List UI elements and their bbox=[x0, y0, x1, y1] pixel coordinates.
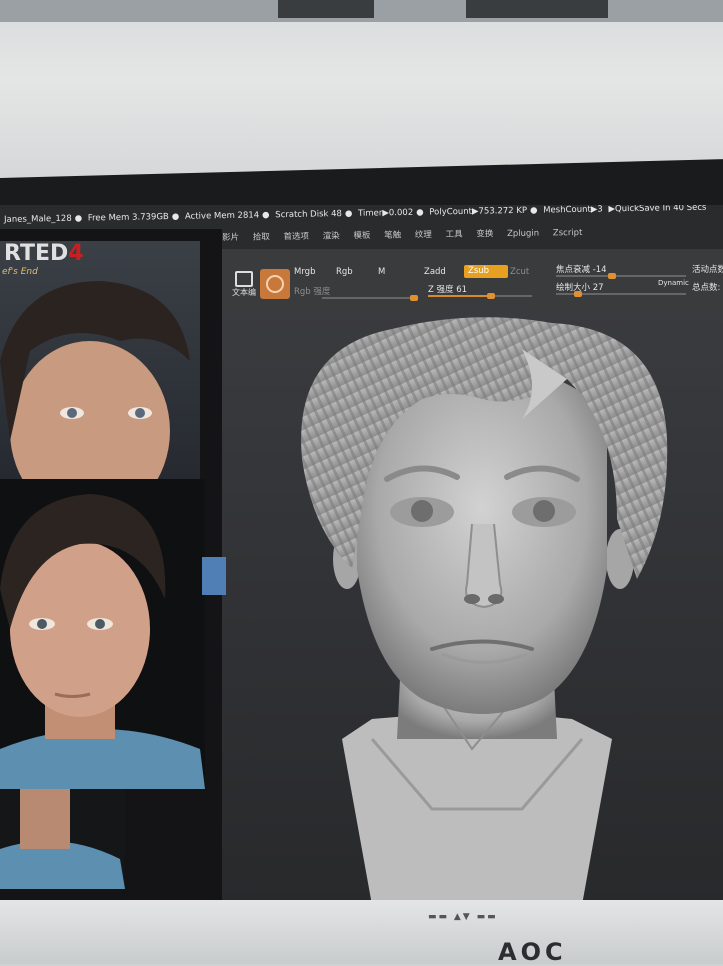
rgb-intensity-knob[interactable] bbox=[410, 295, 418, 301]
status-dot-icon: ● bbox=[171, 211, 180, 223]
menu-render[interactable]: 渲染 bbox=[323, 231, 340, 241]
z-intensity-track[interactable] bbox=[428, 293, 532, 299]
rgb-intensity-slider[interactable]: Rgb 强度 bbox=[294, 285, 330, 297]
meshcount: MeshCount▶3 bbox=[543, 205, 603, 216]
mrgb-button[interactable]: Mrgb bbox=[294, 267, 315, 277]
reference-edge bbox=[202, 557, 226, 595]
game-title: RTED4 bbox=[4, 241, 84, 266]
top-shelf: 文本编 Mrgb Rgb M Rgb 强度 Zadd Zsub Zcut Z 强… bbox=[222, 249, 723, 309]
focal-shift-track[interactable] bbox=[556, 273, 686, 279]
monitor-brand: AOC bbox=[498, 938, 567, 966]
draw-size-track[interactable] bbox=[556, 291, 686, 297]
zcut-button[interactable]: Zcut bbox=[510, 267, 529, 277]
zadd-button[interactable]: Zadd bbox=[424, 267, 446, 277]
reference-image-2 bbox=[0, 479, 205, 789]
free-mem: Free Mem 3.739GB bbox=[87, 212, 169, 224]
main-menu: 影片 拾取 首选项 渲染 模板 笔触 纹理 工具 变换 Zplugin Zscr… bbox=[222, 226, 593, 243]
menu-preferences[interactable]: 首选项 bbox=[283, 232, 309, 242]
status-dot-icon: ● bbox=[262, 210, 270, 221]
brush-icon bbox=[266, 275, 284, 293]
menu-stroke[interactable]: 笔触 bbox=[384, 230, 401, 240]
quicksave: ▶QuickSave In 40 Secs bbox=[608, 205, 707, 215]
status-dot-icon: ● bbox=[74, 213, 83, 224]
zbrush-screen: Janes_Male_128 ● Free Mem 3.739GB ● Active… bbox=[0, 205, 723, 905]
z-intensity-knob[interactable] bbox=[487, 293, 495, 299]
zsub-button[interactable]: Zsub bbox=[464, 265, 508, 278]
z-intensity-slider[interactable]: Z 强度 61 bbox=[428, 283, 467, 295]
scratch-disk: Scratch Disk 48 bbox=[275, 209, 342, 221]
sculpt-view bbox=[301, 317, 668, 905]
menu-stencil[interactable]: 模板 bbox=[353, 231, 370, 241]
menu-zplugin[interactable]: Zplugin bbox=[507, 229, 539, 239]
status-dot-icon: ● bbox=[344, 208, 353, 219]
monitor-buttons[interactable]: ▬▬ ▲▼ ▬▬ bbox=[428, 912, 498, 922]
menu-picker[interactable]: 拾取 bbox=[253, 232, 270, 242]
mesh-name: Janes_Male_128 bbox=[3, 213, 72, 225]
focal-shift-knob[interactable] bbox=[608, 273, 616, 279]
polycount: PolyCount▶753.272 KP bbox=[429, 205, 528, 218]
menu-movie[interactable]: 影片 bbox=[222, 233, 239, 243]
status-dot-icon: ● bbox=[416, 207, 424, 218]
game-subtitle: ef's End bbox=[2, 267, 38, 277]
reference-panel: RTED4 ef's End bbox=[0, 229, 222, 905]
active-mem: Active Mem 2814 bbox=[184, 210, 260, 222]
current-brush-button[interactable] bbox=[260, 269, 290, 299]
edit-mode-button[interactable]: 文本编 bbox=[232, 271, 256, 297]
z-intensity-fill bbox=[428, 295, 491, 297]
edit-icon-label: 文本编 bbox=[232, 288, 256, 297]
focal-shift-slider[interactable]: 焦点衰减 -14 bbox=[556, 263, 607, 275]
rgb-button[interactable]: Rgb bbox=[336, 267, 353, 277]
wall-object bbox=[278, 0, 374, 18]
m-button[interactable]: M bbox=[378, 267, 385, 277]
reference-face-2 bbox=[0, 494, 205, 789]
monitor-bottom-bezel bbox=[0, 900, 723, 964]
edit-icon bbox=[235, 271, 253, 287]
timer: Timer▶0.002 bbox=[357, 207, 414, 219]
menu-tool[interactable]: 工具 bbox=[446, 230, 463, 240]
menu-zscript[interactable]: Zscript bbox=[553, 228, 583, 238]
reference-torso-3 bbox=[0, 789, 125, 889]
status-dot-icon: ● bbox=[529, 205, 538, 216]
menu-texture[interactable]: 纹理 bbox=[415, 230, 432, 240]
reference-image-3 bbox=[0, 789, 125, 889]
wall-object bbox=[466, 0, 608, 18]
menu-transform[interactable]: 变换 bbox=[476, 229, 493, 239]
rgb-intensity-track[interactable] bbox=[322, 295, 418, 301]
total-points-label: 总点数: bbox=[692, 283, 721, 293]
draw-size-knob[interactable] bbox=[574, 291, 582, 297]
active-points-label: 活动点数 bbox=[692, 265, 723, 275]
dynamic-button[interactable]: Dynamic bbox=[658, 279, 689, 287]
reference-image-1: RTED4 ef's End bbox=[0, 241, 200, 479]
status-bar: Janes_Male_128 ● Free Mem 3.739GB ● Active… bbox=[0, 205, 723, 231]
document-canvas[interactable] bbox=[222, 309, 723, 905]
